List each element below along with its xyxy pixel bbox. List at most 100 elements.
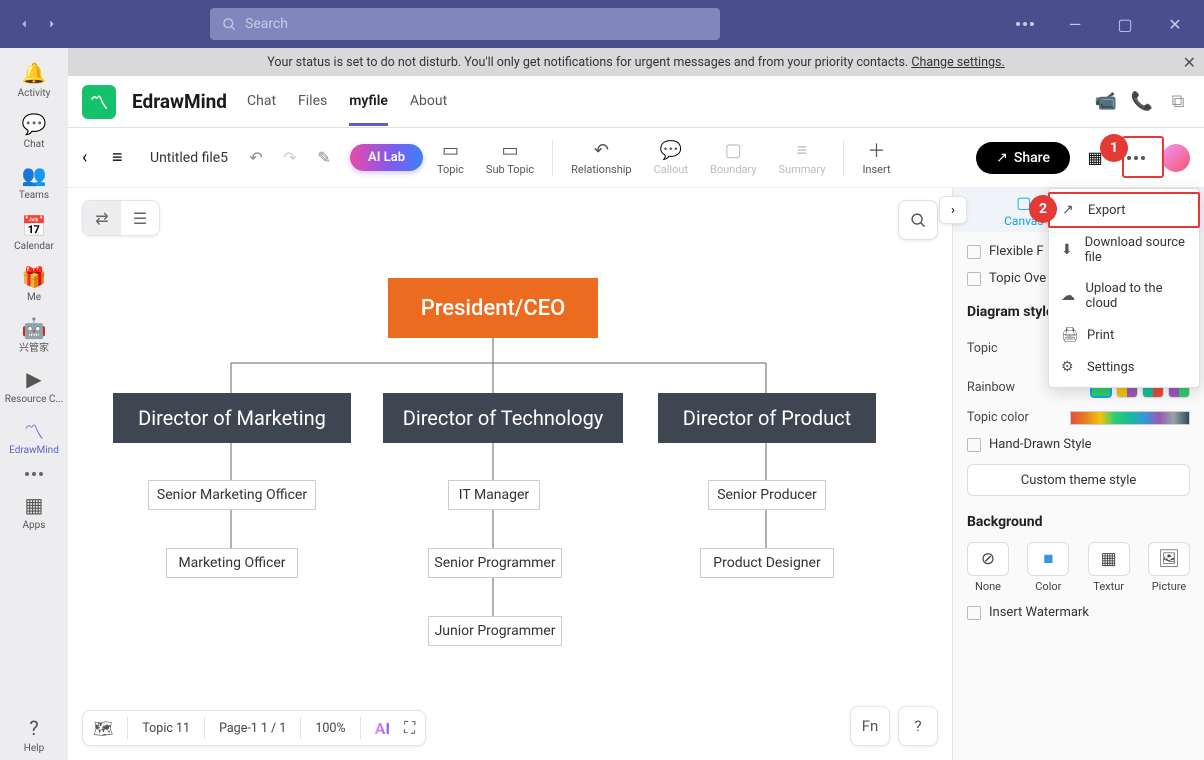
org-leaf[interactable]: Senior Producer <box>708 480 826 510</box>
rail-help[interactable]: ?Help <box>4 709 64 760</box>
org-director-technology[interactable]: Director of Technology <box>383 393 623 443</box>
popout-icon[interactable]: ⧉ <box>1166 90 1190 114</box>
tab-myfile[interactable]: myfile <box>349 77 388 126</box>
rail-apps[interactable]: ▦Apps <box>4 486 64 537</box>
rail-me[interactable]: 🎁Me <box>4 258 64 309</box>
banner-close[interactable]: ✕ <box>1183 53 1196 72</box>
bg-none[interactable]: ⊘None <box>967 542 1009 593</box>
chk-watermark[interactable] <box>967 606 981 620</box>
rail-bot[interactable]: 🤖兴管家 <box>4 309 64 360</box>
teams-icon: 👥 <box>22 162 47 188</box>
cloud-icon: ☁ <box>1061 288 1075 304</box>
rail-more[interactable] <box>25 462 43 486</box>
org-leaf[interactable]: IT Manager <box>448 480 540 510</box>
gear-icon: ⚙ <box>1061 359 1077 375</box>
zoom-level[interactable]: 100% <box>315 721 345 736</box>
bg-texture[interactable]: ▦Textur <box>1088 542 1130 593</box>
org-leaf[interactable]: Product Designer <box>700 548 834 578</box>
page-info[interactable]: Page-1 1 / 1 <box>219 721 286 736</box>
org-leaf[interactable]: Senior Programmer <box>428 548 562 578</box>
avatar[interactable] <box>1162 144 1190 172</box>
dd-print[interactable]: 🖨Print <box>1049 319 1199 351</box>
window-close[interactable]: ✕ <box>1154 8 1196 40</box>
collapse-panel[interactable]: › <box>939 196 967 224</box>
section-background: Background <box>967 514 1190 530</box>
rail-resource[interactable]: ▶Resource C... <box>4 360 64 411</box>
window-minimize[interactable]: — <box>1054 8 1096 40</box>
calendar-icon: 📅 <box>22 213 47 239</box>
rail-chat[interactable]: 💬Chat <box>4 105 64 156</box>
share-button[interactable]: ↗Share <box>976 142 1070 174</box>
redo-button[interactable]: ↷ <box>276 144 304 172</box>
nav-back[interactable] <box>12 12 36 36</box>
tool-callout[interactable]: 💬Callout <box>646 139 696 176</box>
format-painter[interactable]: ✎ <box>310 144 338 172</box>
view-mindmap[interactable]: ⇄ <box>83 201 121 235</box>
fullscreen-icon[interactable]: ⛶ <box>404 718 415 738</box>
play-icon: ▶ <box>26 366 41 392</box>
tab-about[interactable]: About <box>410 77 447 126</box>
bg-color[interactable]: ■Color <box>1027 542 1069 593</box>
custom-theme-button[interactable]: Custom theme style <box>967 464 1190 496</box>
tool-subtopic[interactable]: ▭Sub Topic <box>478 139 542 176</box>
topic-count: Topic 11 <box>142 721 190 736</box>
titlebar: Search — ▢ ✕ <box>0 0 1204 48</box>
org-leaf[interactable]: Marketing Officer <box>166 548 298 578</box>
help-circle[interactable]: ? <box>898 706 938 746</box>
tool-boundary[interactable]: ▢Boundary <box>702 139 764 176</box>
tool-insert[interactable]: ＋Insert <box>854 139 898 176</box>
edrawmind-icon: 〽 <box>24 417 44 443</box>
tab-chat[interactable]: Chat <box>247 77 276 126</box>
dd-settings[interactable]: ⚙Settings <box>1049 351 1199 383</box>
org-director-product[interactable]: Director of Product <box>658 393 876 443</box>
org-ceo[interactable]: President/CEO <box>388 278 598 338</box>
change-settings-link[interactable]: Change settings. <box>911 55 1004 70</box>
map-icon[interactable]: 🗺 <box>93 719 113 738</box>
callout-badge-2: 2 <box>1029 195 1057 223</box>
chk-hand-drawn[interactable] <box>967 438 981 452</box>
more-dropdown: 2 ↗Export ⬇Download source file ☁Upload … <box>1048 188 1200 388</box>
ai-lab-button[interactable]: AI Lab <box>350 144 423 171</box>
tool-summary[interactable]: ≡Summary <box>771 139 834 176</box>
canvas-search[interactable] <box>898 200 938 240</box>
dd-upload[interactable]: ☁Upload to the cloud <box>1049 273 1199 319</box>
bell-icon: 🔔 <box>22 60 47 86</box>
chk-flexible[interactable] <box>967 245 981 259</box>
left-rail: 🔔Activity 💬Chat 👥Teams 📅Calendar 🎁Me 🤖兴管… <box>0 48 68 760</box>
tab-files[interactable]: Files <box>298 77 327 126</box>
canvas[interactable]: ⇄ ☰ <box>68 188 952 760</box>
phone-icon[interactable]: 📞 <box>1130 90 1154 114</box>
app-name: EdrawMind <box>132 90 227 113</box>
tb-back[interactable]: ‹ <box>82 147 106 168</box>
tb-menu[interactable]: ≡ <box>112 147 136 168</box>
nav-forward[interactable] <box>40 12 64 36</box>
org-leaf[interactable]: Junior Programmer <box>428 616 562 646</box>
org-director-marketing[interactable]: Director of Marketing <box>113 393 351 443</box>
app-header: 〽 EdrawMind Chat Files myfile About 📹 📞 … <box>68 76 1204 128</box>
rail-teams[interactable]: 👥Teams <box>4 156 64 207</box>
download-icon: ⬇ <box>1061 242 1075 258</box>
fn-button[interactable]: Fn <box>850 706 890 746</box>
global-search[interactable]: Search <box>210 8 720 40</box>
topic-color-strip[interactable] <box>1070 411 1190 425</box>
undo-button[interactable]: ↶ <box>242 144 270 172</box>
view-toggle: ⇄ ☰ <box>82 200 160 236</box>
rail-activity[interactable]: 🔔Activity <box>4 54 64 105</box>
help-icon: ? <box>29 715 38 741</box>
chat-icon: 💬 <box>22 111 47 137</box>
dd-download[interactable]: ⬇Download source file <box>1049 227 1199 273</box>
dd-export[interactable]: ↗Export <box>1048 192 1200 228</box>
bg-picture[interactable]: 🖼Picture <box>1148 542 1190 593</box>
tool-relationship[interactable]: ↶Relationship <box>563 139 639 176</box>
rail-calendar[interactable]: 📅Calendar <box>4 207 64 258</box>
tool-topic[interactable]: ▭Topic <box>429 139 472 176</box>
video-icon[interactable]: 📹 <box>1094 90 1118 114</box>
ai-icon[interactable]: AI <box>375 719 390 738</box>
window-maximize[interactable]: ▢ <box>1104 8 1146 40</box>
status-banner: Your status is set to do not disturb. Yo… <box>68 48 1204 76</box>
chk-overlap[interactable] <box>967 272 981 286</box>
view-outline[interactable]: ☰ <box>121 201 159 235</box>
titlebar-more[interactable] <box>1004 8 1046 40</box>
org-leaf[interactable]: Senior Marketing Officer <box>148 480 316 510</box>
rail-edrawmind[interactable]: 〽EdrawMind <box>4 411 64 462</box>
